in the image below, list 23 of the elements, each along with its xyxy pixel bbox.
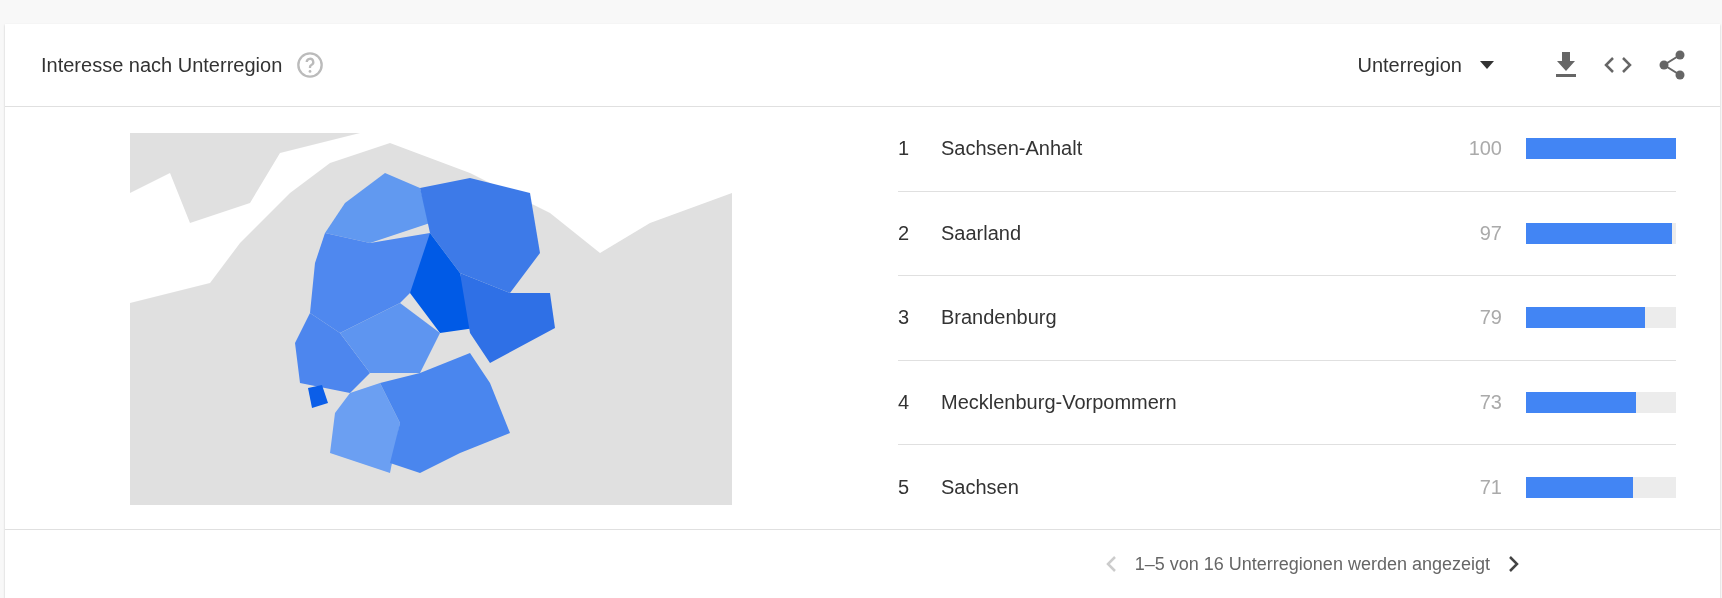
region-name[interactable]: Sachsen <box>941 475 1382 499</box>
interest-value: 100 <box>1467 137 1502 161</box>
resolution-dropdown[interactable]: Unterregion <box>1357 53 1494 77</box>
card-title: Interesse nach Unterregion <box>41 53 283 77</box>
interest-value: 79 <box>1478 306 1502 330</box>
rank-number: 3 <box>898 306 911 330</box>
share-icon[interactable] <box>1658 50 1686 80</box>
rank-number: 2 <box>898 221 911 245</box>
region-name[interactable]: Saarland <box>941 221 1382 245</box>
rank-number: 4 <box>898 391 911 415</box>
pagination-text: 1–5 von 16 Unterregionen werden angezeigt <box>1134 553 1490 575</box>
download-icon[interactable] <box>1554 52 1578 78</box>
region-name[interactable]: Sachsen-Anhalt <box>941 137 1382 161</box>
rank-number: 1 <box>898 137 911 161</box>
next-page-button[interactable] <box>1508 555 1520 573</box>
rank-number: 5 <box>898 475 911 499</box>
interest-value: 71 <box>1478 475 1502 499</box>
embed-code-icon[interactable] <box>1604 55 1632 75</box>
interest-value: 97 <box>1478 221 1502 245</box>
caret-icon <box>1480 61 1494 69</box>
region-name[interactable]: Mecklenburg-Vorpommern <box>941 391 1382 415</box>
region-name[interactable]: Brandenburg <box>941 306 1382 330</box>
interest-value: 73 <box>1478 391 1502 415</box>
